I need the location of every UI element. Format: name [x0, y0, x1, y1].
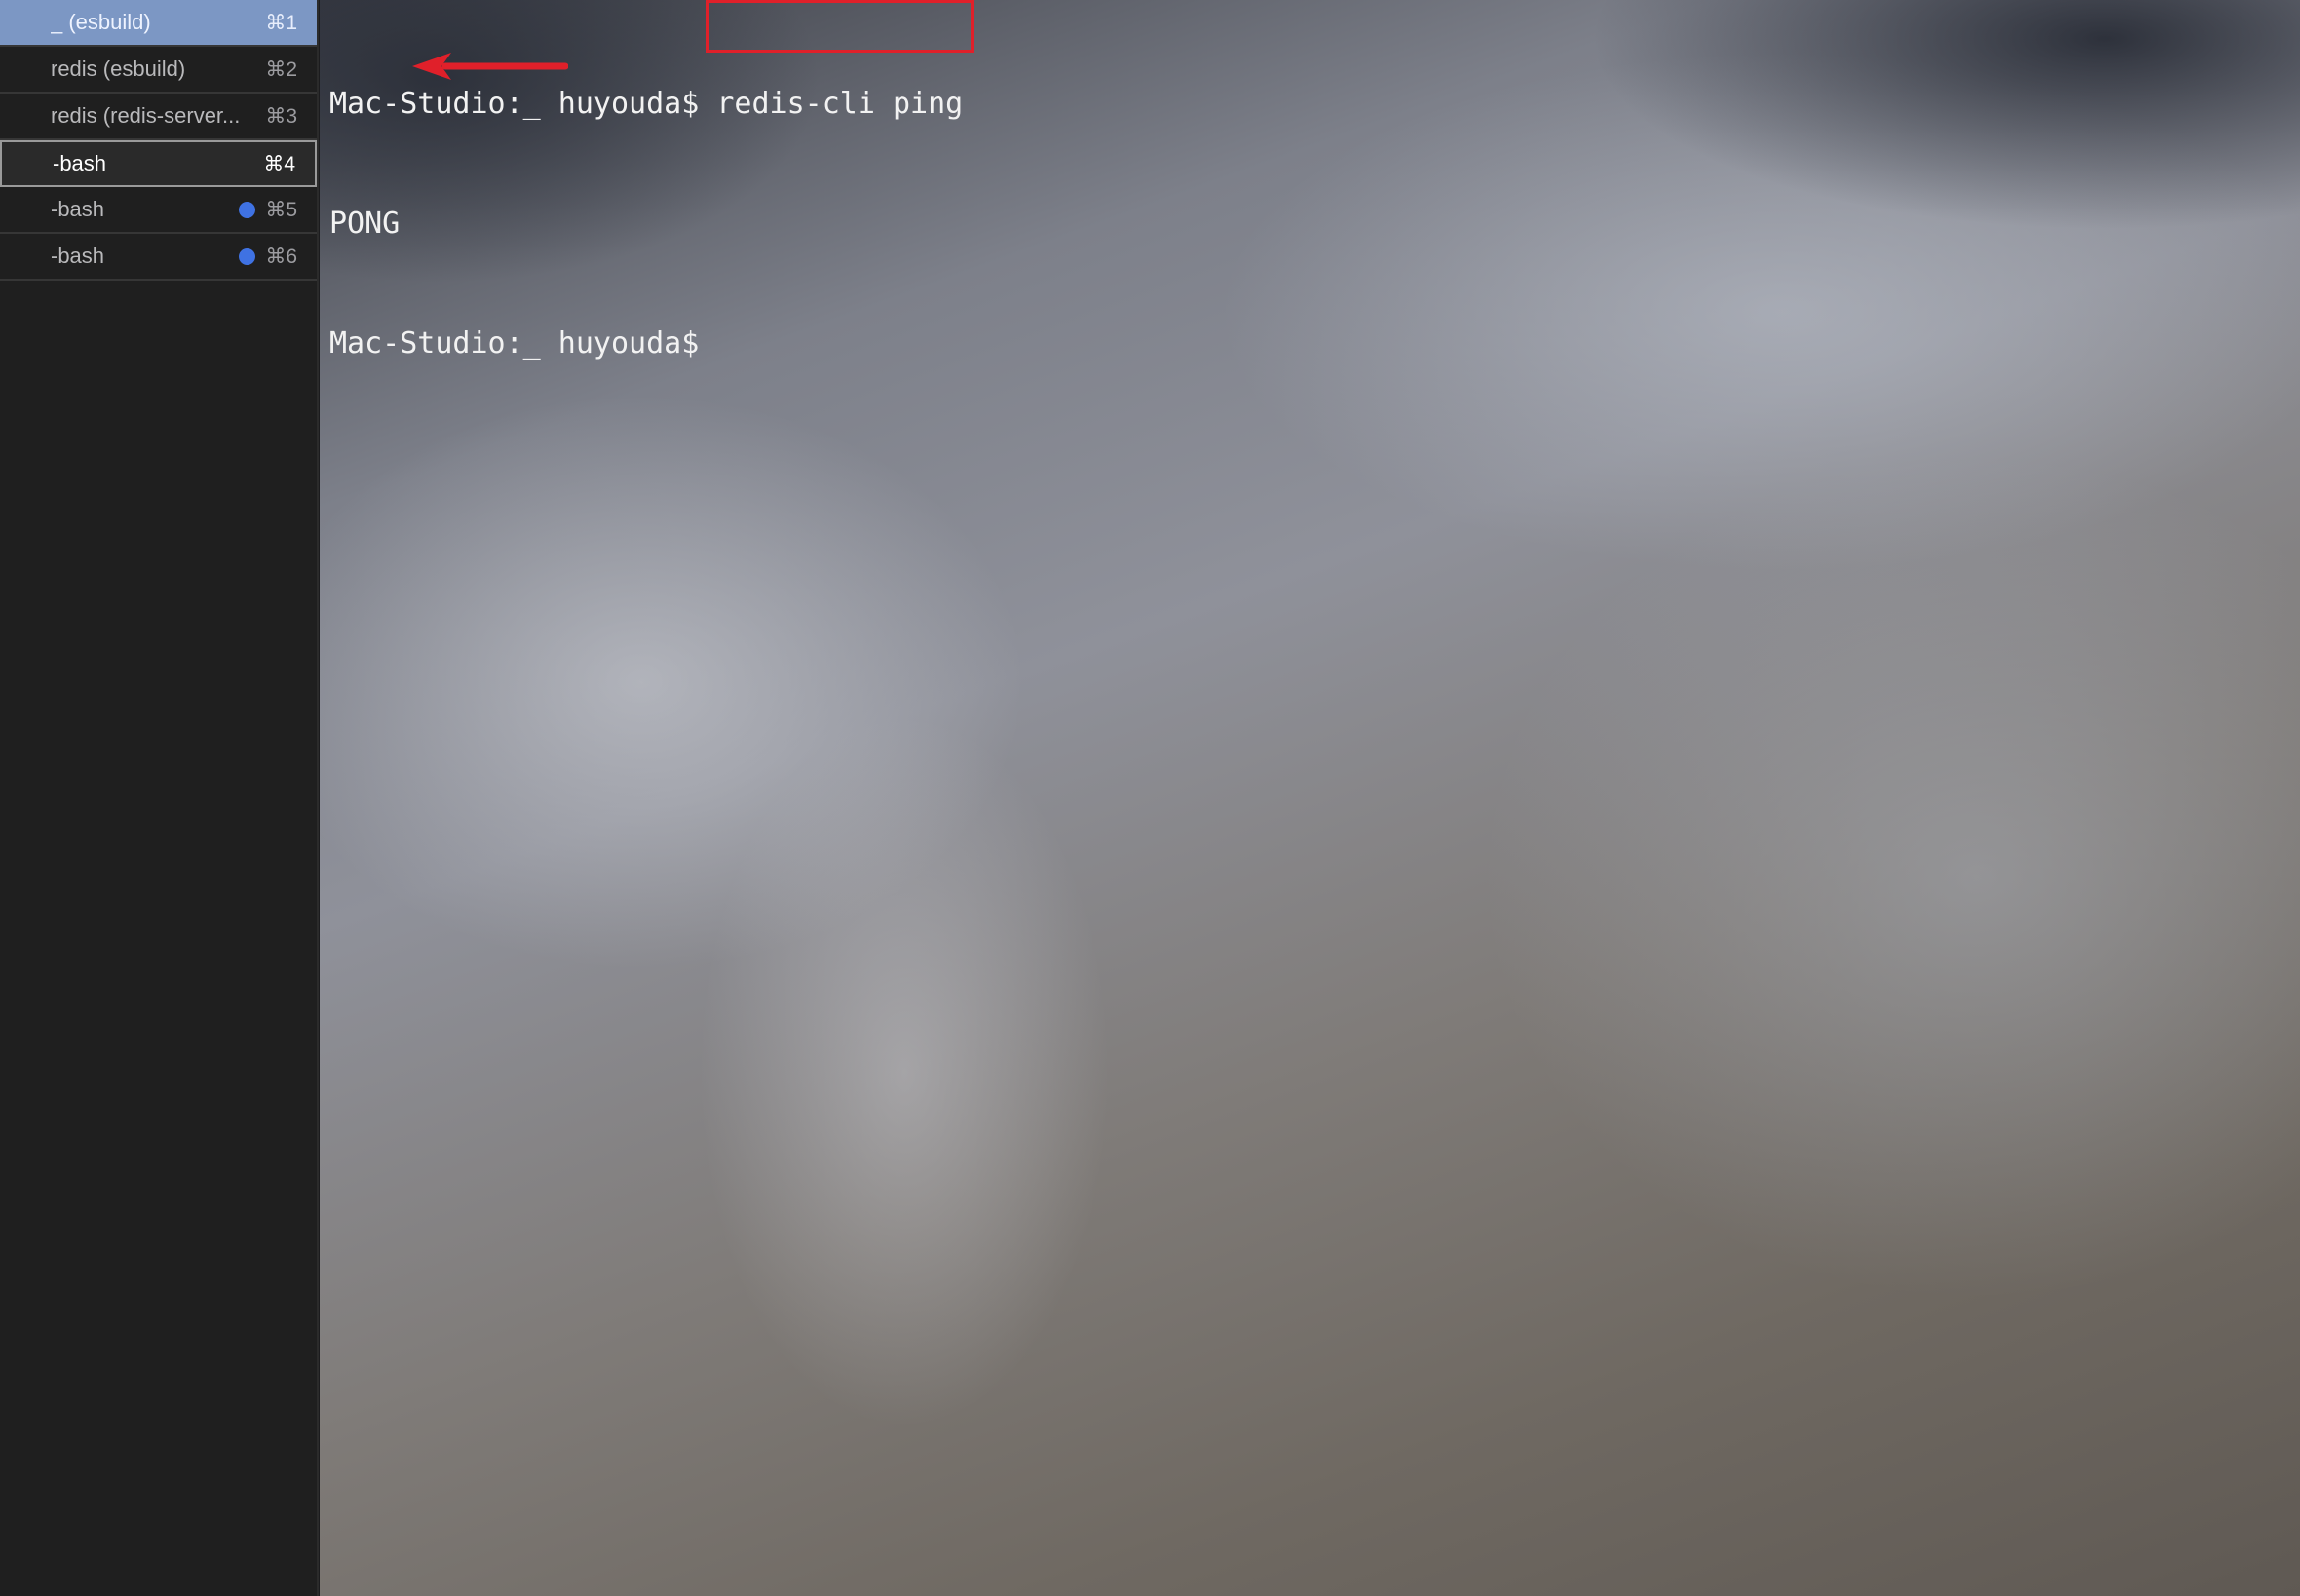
activity-dot-icon	[239, 247, 255, 265]
prompt-text: Mac-Studio:_ huyouda$	[329, 87, 717, 121]
tab-5[interactable]: -bash ⌘5	[0, 187, 317, 234]
command-highlight-box	[706, 0, 974, 53]
tab-shortcut: ⌘1	[265, 11, 297, 34]
arrow-left-icon	[412, 53, 568, 80]
tab-label: -bash	[53, 151, 107, 175]
tab-6[interactable]: -bash ⌘6	[0, 234, 317, 281]
terminal-line-3: Mac-Studio:_ huyouda$	[329, 323, 963, 363]
terminal-line-2: PONG	[329, 204, 963, 244]
tab-4[interactable]: -bash ⌘4	[0, 140, 317, 187]
tab-3[interactable]: redis (redis-server... ⌘3	[0, 94, 317, 140]
tab-label: -bash	[51, 197, 105, 221]
tab-label: redis (esbuild)	[51, 57, 186, 81]
tab-shortcut: ⌘2	[265, 57, 297, 81]
tab-label: -bash	[51, 244, 105, 268]
tab-2[interactable]: redis (esbuild) ⌘2	[0, 47, 317, 94]
tab-1[interactable]: _ (esbuild) ⌘1	[0, 0, 317, 47]
tab-shortcut: ⌘5	[265, 198, 297, 221]
prompt-text: Mac-Studio:_ huyouda$	[329, 326, 700, 361]
terminal-line-1: Mac-Studio:_ huyouda$ redis-cli ping	[329, 84, 963, 124]
terminal-pane[interactable]: Mac-Studio:_ huyouda$ redis-cli ping PON…	[320, 0, 2300, 1596]
activity-dot-icon	[239, 201, 255, 218]
tab-label: redis (redis-server...	[51, 103, 241, 128]
tab-shortcut: ⌘6	[265, 245, 297, 268]
output-text: PONG	[329, 207, 401, 241]
tab-sidebar: _ (esbuild) ⌘1 redis (esbuild) ⌘2 redis …	[0, 0, 319, 1596]
background-image-shade	[1423, 0, 2300, 312]
tab-label: _ (esbuild)	[51, 10, 151, 34]
command-text: redis-cli ping	[716, 87, 964, 121]
tab-shortcut: ⌘4	[263, 152, 295, 175]
terminal-window: _ (esbuild) ⌘1 redis (esbuild) ⌘2 redis …	[0, 0, 2300, 1596]
tab-shortcut: ⌘3	[265, 104, 297, 128]
